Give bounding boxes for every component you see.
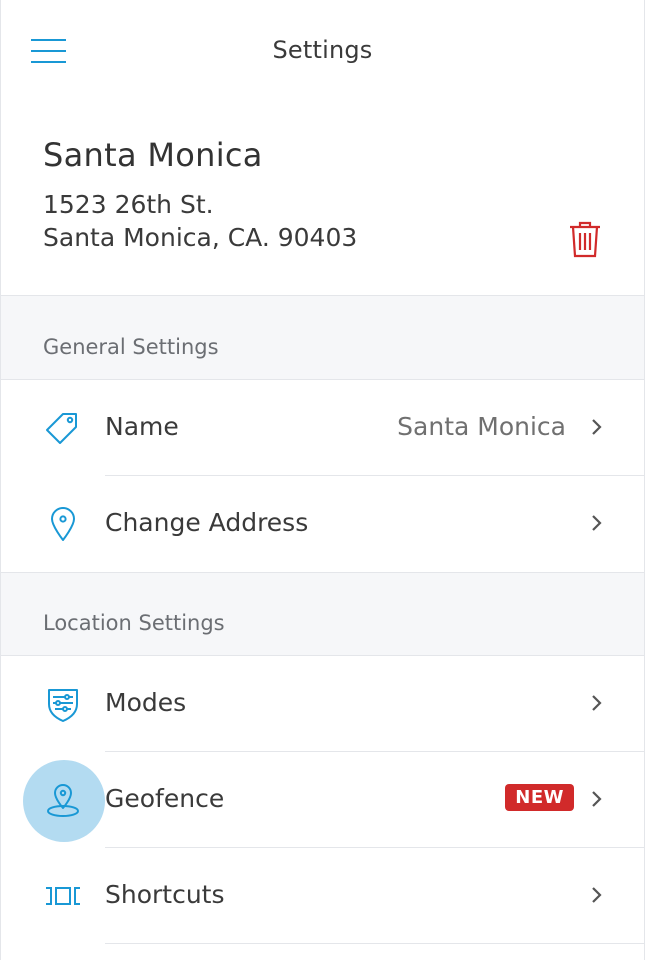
location-settings-heading: Location Settings	[43, 611, 225, 635]
modes-label: Modes	[105, 688, 187, 717]
trash-icon[interactable]	[568, 220, 602, 258]
address-line-2: Santa Monica, CA. 90403	[43, 223, 358, 252]
map-pin-icon	[51, 507, 75, 541]
name-value: Santa Monica	[397, 412, 566, 441]
location-name: Santa Monica	[43, 136, 263, 174]
settings-screen: Settings Santa Monica 1523 26th St. Sant…	[0, 0, 645, 960]
new-badge: NEW	[505, 784, 574, 811]
chevron-right-icon	[592, 419, 602, 435]
change-address-label: Change Address	[105, 508, 309, 537]
shortcuts-label: Shortcuts	[105, 880, 225, 909]
address-line-1: 1523 26th St.	[43, 190, 214, 219]
chevron-right-icon	[592, 887, 602, 903]
modes-shield-icon	[48, 689, 78, 722]
general-settings-heading: General Settings	[43, 335, 219, 359]
geofence-pin-icon	[47, 784, 79, 817]
chevron-right-icon	[592, 515, 602, 531]
location-card: Santa Monica 1523 26th St. Santa Monica,…	[1, 104, 644, 296]
chevron-right-icon	[592, 695, 602, 711]
general-settings-header: General Settings	[1, 296, 644, 380]
settings-row-shortcuts[interactable]: Shortcuts	[1, 848, 644, 944]
tag-icon	[46, 413, 77, 444]
chevron-right-icon	[592, 791, 602, 807]
settings-row-geofence[interactable]: Geofence NEW	[1, 752, 644, 848]
geofence-label: Geofence	[105, 784, 225, 813]
shortcuts-icon	[46, 887, 80, 905]
settings-row-name[interactable]: Name Santa Monica	[1, 380, 644, 476]
settings-row-change-address[interactable]: Change Address	[1, 476, 644, 572]
top-bar: Settings	[1, 0, 644, 104]
location-settings-header: Location Settings	[1, 572, 644, 656]
name-label: Name	[105, 412, 179, 441]
page-title: Settings	[272, 36, 373, 64]
settings-row-modes[interactable]: Modes	[1, 656, 644, 752]
